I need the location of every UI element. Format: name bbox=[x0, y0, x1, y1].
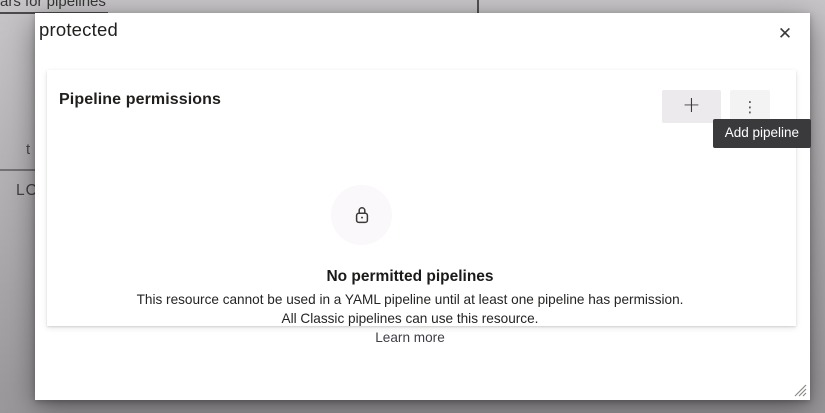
lock-icon bbox=[354, 206, 370, 225]
pipeline-permissions-card: Pipeline permissions + ⋮ No permitted pi… bbox=[47, 70, 796, 326]
add-pipeline-button[interactable]: + bbox=[662, 90, 721, 123]
lock-illustration bbox=[331, 185, 392, 245]
background-partial-text-left: t bbox=[26, 141, 30, 158]
background-tab-variables-for-pipelines: ars for pipelines bbox=[0, 0, 108, 14]
section-title: Pipeline permissions bbox=[59, 91, 221, 109]
dimmed-page-background: ars for pipelines t LO protected ✕ Pipel… bbox=[0, 0, 825, 413]
zero-data-heading: No permitted pipelines bbox=[60, 266, 760, 288]
background-vertical-divider bbox=[477, 0, 479, 13]
plus-icon: + bbox=[682, 93, 700, 118]
zero-data-message: No permitted pipelines This resource can… bbox=[60, 266, 760, 347]
background-horizontal-divider bbox=[0, 169, 37, 171]
resize-grip-icon[interactable] bbox=[793, 383, 807, 397]
learn-more-link[interactable]: Learn more bbox=[375, 328, 445, 347]
close-button[interactable]: ✕ bbox=[772, 21, 798, 47]
add-pipeline-tooltip: Add pipeline bbox=[713, 119, 811, 148]
close-icon: ✕ bbox=[778, 24, 792, 44]
zero-data-line1: This resource cannot be used in a YAML p… bbox=[60, 290, 760, 309]
dialog-title: protected bbox=[39, 19, 118, 41]
zero-data-line2: All Classic pipelines can use this resou… bbox=[60, 309, 760, 328]
pipeline-permissions-dialog: protected ✕ Pipeline permissions + ⋮ bbox=[35, 13, 810, 400]
kebab-menu-icon: ⋮ bbox=[743, 98, 758, 116]
